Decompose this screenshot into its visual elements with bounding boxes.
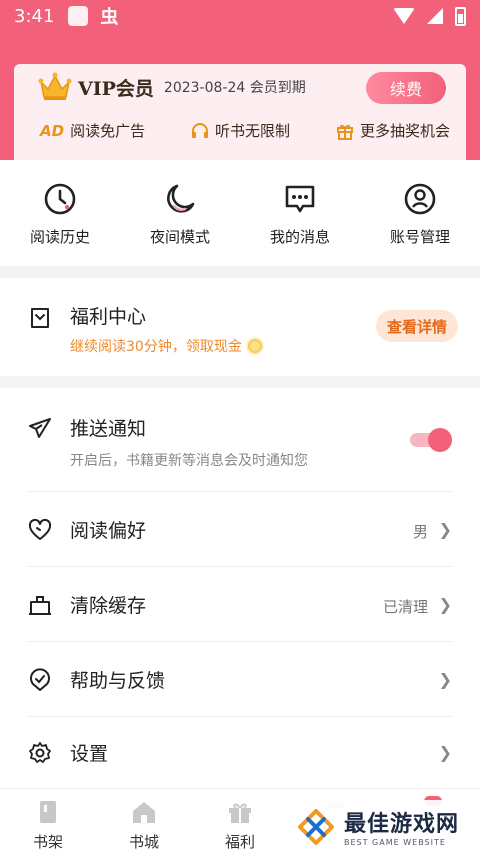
tab-label: 书架 bbox=[32, 833, 63, 851]
site-watermark: 最佳游戏网 BEST GAME WEBSITE bbox=[288, 800, 480, 853]
status-bar: 3:41 虫 bbox=[0, 0, 480, 32]
crown-icon bbox=[38, 72, 72, 100]
cache-label: 清除缓存 bbox=[70, 595, 147, 617]
cache-value: 已清理 bbox=[382, 598, 428, 616]
benefit-label: 听书无限制 bbox=[215, 122, 291, 140]
vip-benefits: AD 阅读免广告 听书无限制 更多抽奖机会 bbox=[14, 120, 466, 141]
quick-label: 我的消息 bbox=[269, 228, 330, 246]
chevron-right-icon: ❯ bbox=[438, 743, 452, 762]
notification-square-icon bbox=[68, 6, 89, 26]
gear-icon bbox=[29, 742, 51, 763]
toggle-knob bbox=[428, 428, 452, 452]
benefit-no-ads: AD 阅读免广告 bbox=[40, 120, 145, 141]
preference-value: 男 bbox=[412, 523, 428, 541]
moon-icon bbox=[167, 184, 195, 213]
watermark-logo-icon bbox=[298, 808, 334, 845]
send-icon bbox=[29, 418, 51, 438]
vip-title: VIP会员 bbox=[78, 77, 154, 100]
welfare-bag-icon bbox=[31, 308, 49, 328]
help-icon bbox=[30, 668, 50, 691]
tab-bookshelf[interactable]: 书架 bbox=[0, 789, 96, 853]
settings-row[interactable]: 设置 ❯ bbox=[28, 717, 452, 788]
vip-expire-date: 2023-08-24 会员到期 bbox=[163, 80, 306, 96]
quick-reading-history[interactable]: 阅读历史 bbox=[10, 182, 110, 266]
quick-label: 阅读历史 bbox=[29, 228, 90, 246]
cache-icon bbox=[29, 596, 51, 615]
push-label: 推送通知 bbox=[70, 418, 147, 440]
status-time: 3:41 bbox=[14, 5, 55, 27]
welfare-subtitle: 继续阅读30分钟，领取现金 bbox=[70, 336, 264, 356]
help-label: 帮助与反馈 bbox=[70, 670, 166, 692]
quick-night-mode[interactable]: 夜间模式 bbox=[130, 182, 230, 266]
tab-label: 书城 bbox=[128, 833, 159, 851]
benefit-label: 更多抽奖机会 bbox=[359, 122, 450, 140]
view-details-button[interactable]: 查看详情 bbox=[376, 310, 458, 342]
notification-app-icon: 虫 bbox=[100, 7, 119, 28]
welfare-subtitle-text: 继续阅读30分钟，领取现金 bbox=[70, 339, 242, 355]
settings-list: 推送通知 开启后，书籍更新等消息会及时通知您 阅读偏好 男 ❯ 清除缓存 已清理… bbox=[0, 388, 480, 788]
renew-button[interactable]: 续费 bbox=[366, 72, 446, 104]
settings-label: 设置 bbox=[70, 743, 109, 765]
tab-bookstore[interactable]: 书城 bbox=[96, 789, 192, 853]
tab-welfare[interactable]: 福利 bbox=[192, 789, 288, 853]
welfare-center[interactable]: 福利中心 继续阅读30分钟，领取现金 查看详情 bbox=[0, 278, 480, 376]
preference-label: 阅读偏好 bbox=[70, 520, 147, 542]
quick-actions: 阅读历史 夜间模式 我的消息 账号管理 bbox=[0, 160, 480, 266]
watermark-subtitle: BEST GAME WEBSITE bbox=[344, 838, 446, 847]
heart-icon bbox=[28, 518, 52, 540]
coin-icon bbox=[245, 337, 264, 355]
quick-account-management[interactable]: 账号管理 bbox=[370, 182, 470, 266]
benefit-lottery: 更多抽奖机会 bbox=[336, 120, 450, 141]
reading-preference-row[interactable]: 阅读偏好 男 ❯ bbox=[28, 492, 452, 567]
chevron-right-icon: ❯ bbox=[438, 520, 452, 539]
signal-icon bbox=[427, 8, 443, 24]
tab-label: 福利 bbox=[224, 833, 255, 851]
clock-icon bbox=[44, 183, 76, 215]
quick-label: 夜间模式 bbox=[149, 228, 210, 246]
ad-icon: AD bbox=[40, 121, 65, 140]
gift-icon bbox=[336, 124, 353, 140]
vip-card[interactable]: VIP会员 2023-08-24 会员到期 续费 AD 阅读免广告 听书无限制 … bbox=[14, 64, 466, 160]
help-feedback-row[interactable]: 帮助与反馈 ❯ bbox=[28, 642, 452, 717]
chevron-right-icon: ❯ bbox=[438, 595, 452, 614]
message-icon bbox=[285, 185, 315, 213]
quick-my-messages[interactable]: 我的消息 bbox=[250, 182, 350, 266]
battery-icon bbox=[455, 6, 466, 26]
benefit-audiobook: 听书无限制 bbox=[191, 120, 290, 141]
push-description: 开启后，书籍更新等消息会及时通知您 bbox=[70, 453, 308, 469]
bookstore-icon bbox=[133, 802, 155, 823]
push-notification-row[interactable]: 推送通知 开启后，书籍更新等消息会及时通知您 bbox=[28, 388, 452, 492]
welfare-icon bbox=[229, 803, 251, 823]
chevron-right-icon: ❯ bbox=[438, 670, 452, 689]
account-icon bbox=[404, 183, 436, 215]
watermark-title: 最佳游戏网 bbox=[344, 812, 460, 837]
welfare-title: 福利中心 bbox=[70, 306, 147, 328]
clear-cache-row[interactable]: 清除缓存 已清理 ❯ bbox=[28, 567, 452, 642]
benefit-label: 阅读免广告 bbox=[70, 122, 146, 140]
bookshelf-icon bbox=[40, 801, 56, 823]
push-toggle[interactable] bbox=[410, 428, 452, 452]
headphones-icon bbox=[192, 122, 209, 138]
wifi-icon bbox=[393, 8, 415, 24]
quick-label: 账号管理 bbox=[389, 228, 450, 246]
